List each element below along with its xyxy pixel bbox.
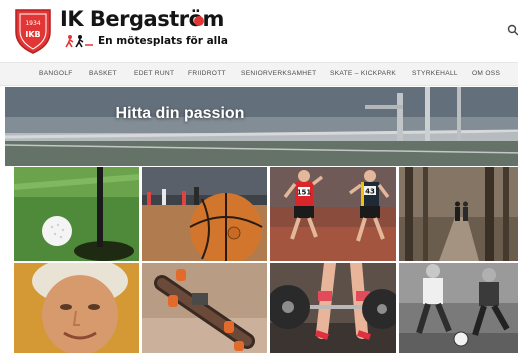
- club-crest-logo[interactable]: 1934 IKB: [12, 6, 54, 54]
- nav-item-skate-kickpark[interactable]: SKATE – KICKPARK: [330, 70, 396, 77]
- stadium-background-image: [5, 87, 518, 166]
- nav-item-friidrott[interactable]: FRIIDROTT: [188, 70, 226, 77]
- hero-banner: Hitta din passion: [5, 87, 518, 166]
- main-nav: BANGOLF BASKET EDET RUNT FRIIDROTT SENIO…: [0, 62, 518, 86]
- basketball-photo: [142, 167, 267, 261]
- tile-senior[interactable]: [14, 263, 139, 353]
- tile-forest[interactable]: [399, 167, 518, 261]
- crest-initials: IKB: [25, 30, 40, 39]
- forest-walk-photo: [399, 167, 518, 261]
- site-header: 1934 IKB IK Bergaström En mötesplats för…: [0, 0, 518, 62]
- hero-title: Hitta din passion: [115, 105, 245, 122]
- tile-football[interactable]: [399, 263, 518, 353]
- tagline: En mötesplats för alla: [98, 35, 228, 47]
- crest-year: 1934: [25, 20, 40, 27]
- tile-golf[interactable]: [14, 167, 139, 261]
- nav-item-styrkehall[interactable]: STYRKEHALL: [412, 70, 458, 77]
- runners-icon: [65, 35, 93, 48]
- youth-runners-photo: 151 43: [270, 167, 396, 261]
- football-photo: [399, 263, 518, 353]
- nav-item-bangolf[interactable]: BANGOLF: [39, 70, 73, 77]
- skateboard-photo: [142, 263, 267, 353]
- nav-item-seniorverksamhet[interactable]: SENIORVERKSAMHET: [241, 70, 316, 77]
- nav-item-basket[interactable]: BASKET: [89, 70, 117, 77]
- nav-item-om-oss[interactable]: OM OSS: [472, 70, 500, 77]
- search-icon[interactable]: [507, 24, 518, 36]
- tile-basketball[interactable]: [142, 167, 267, 261]
- barbell-photo: [270, 263, 396, 353]
- registered-mark-icon: [194, 16, 204, 26]
- tile-athletics[interactable]: 151 43: [270, 167, 396, 261]
- tagline-row: En mötesplats för alla: [64, 32, 228, 50]
- senior-woman-photo: [14, 263, 139, 353]
- runner-bib-number: 151: [297, 189, 312, 197]
- tile-strength[interactable]: [270, 263, 396, 353]
- tile-skate[interactable]: [142, 263, 267, 353]
- golf-ball-photo: [14, 167, 139, 261]
- nav-item-edet-runt[interactable]: EDET RUNT: [134, 70, 174, 77]
- runner-bib-number: 43: [365, 188, 375, 196]
